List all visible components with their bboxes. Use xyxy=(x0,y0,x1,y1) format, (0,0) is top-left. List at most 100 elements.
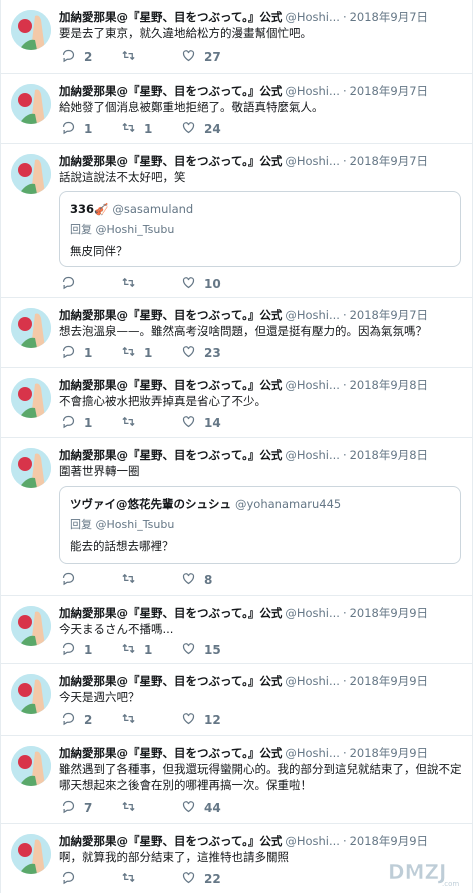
tweet[interactable]: 加納愛那果@『星野、目をつぶって。』公式 @Hoshi... · 2018年9月9日 … xyxy=(1,596,472,664)
tweet[interactable]: 加納愛那果@『星野、目をつぶって。』公式 @Hoshi... · 2018年9月7日 … xyxy=(1,0,472,74)
display-name[interactable]: 加納愛那果@『星野、目をつぶって。』公式 xyxy=(59,448,282,462)
tweet[interactable]: 加納愛那果@『星野、目をつぶって。』公式 @Hoshi... · 2018年9月8日 … xyxy=(1,438,472,596)
reply-count: 1 xyxy=(84,122,93,136)
separator-dot: · xyxy=(342,674,347,688)
quoted-display-name: ツヴァイ@悠花先輩のシュシュ xyxy=(70,497,231,511)
display-name[interactable]: 加納愛那果@『星野、目をつぶって。』公式 xyxy=(59,378,282,392)
tweet[interactable]: 加納愛那果@『星野、目をつぶって。』公式 @Hoshi... · 2018年9月9日 … xyxy=(1,736,472,824)
retweet-button[interactable]: 1 xyxy=(121,120,152,138)
like-button[interactable]: 14 xyxy=(181,414,221,432)
retweet-button[interactable] xyxy=(121,799,144,817)
display-name[interactable]: 加納愛那果@『星野、目をつぶって。』公式 xyxy=(59,746,282,760)
retweet-button[interactable] xyxy=(121,275,144,293)
avatar[interactable] xyxy=(11,606,51,646)
avatar[interactable] xyxy=(11,84,51,124)
retweet-icon xyxy=(121,799,136,817)
quoted-text: 能去的話想去哪裡？ xyxy=(70,539,174,553)
reply-button[interactable] xyxy=(61,275,84,293)
user-handle[interactable]: @Hoshi... xyxy=(285,84,340,98)
retweet-button[interactable]: 1 xyxy=(121,344,152,362)
retweet-button[interactable] xyxy=(121,571,144,589)
tweet[interactable]: 加納愛那果@『星野、目をつぶって。』公式 @Hoshi... · 2018年9月7日 … xyxy=(1,144,472,298)
avatar[interactable] xyxy=(11,746,51,786)
reply-button[interactable]: 7 xyxy=(61,799,92,817)
reply-button[interactable]: 2 xyxy=(61,48,92,66)
retweet-button[interactable] xyxy=(121,711,144,729)
retweet-button[interactable] xyxy=(121,414,144,432)
avatar[interactable] xyxy=(11,10,51,50)
display-name[interactable]: 加納愛那果@『星野、目をつぶって。』公式 xyxy=(59,674,282,688)
avatar[interactable] xyxy=(11,154,51,194)
retweet-button[interactable] xyxy=(121,48,144,66)
timestamp[interactable]: 2018年9月8日 xyxy=(350,448,428,462)
tweet-header: 加納愛那果@『星野、目をつぶって。』公式 @Hoshi... · 2018年9月8日 xyxy=(59,447,466,463)
heart-icon xyxy=(181,275,196,293)
like-button[interactable]: 12 xyxy=(181,711,221,729)
reply-button[interactable]: 1 xyxy=(61,120,92,138)
tweet[interactable]: 加納愛那果@『星野、目をつぶって。』公式 @Hoshi... · 2018年9月7日 … xyxy=(1,298,472,368)
timestamp[interactable]: 2018年9月7日 xyxy=(350,308,428,322)
like-button[interactable]: 10 xyxy=(181,275,221,293)
timestamp[interactable]: 2018年9月9日 xyxy=(350,606,428,620)
avatar[interactable] xyxy=(11,378,51,418)
user-handle[interactable]: @Hoshi... xyxy=(285,448,340,462)
svg-text:.com: .com xyxy=(442,880,459,888)
display-name[interactable]: 加納愛那果@『星野、目をつぶって。』公式 xyxy=(59,308,282,322)
display-name[interactable]: 加納愛那果@『星野、目をつぶって。』公式 xyxy=(59,10,282,24)
user-handle[interactable]: @Hoshi... xyxy=(285,378,340,392)
display-name[interactable]: 加納愛那果@『星野、目をつぶって。』公式 xyxy=(59,606,282,620)
like-button[interactable]: 24 xyxy=(181,120,221,138)
separator-dot: · xyxy=(342,84,347,98)
reply-button[interactable]: 2 xyxy=(61,711,92,729)
reply-button[interactable] xyxy=(61,571,84,589)
user-handle[interactable]: @Hoshi... xyxy=(285,308,340,322)
reply-button[interactable]: 1 xyxy=(61,344,92,362)
tweet[interactable]: 加納愛那果@『星野、目をつぶって。』公式 @Hoshi... · 2018年9月8日 … xyxy=(1,368,472,438)
separator-dot: · xyxy=(342,448,347,462)
retweet-button[interactable] xyxy=(121,870,144,888)
tweet[interactable]: 加納愛那果@『星野、目をつぶって。』公式 @Hoshi... · 2018年9月7日 … xyxy=(1,74,472,144)
user-handle[interactable]: @Hoshi... xyxy=(285,10,340,24)
reply-button[interactable]: 1 xyxy=(61,641,92,659)
reply-icon xyxy=(61,120,76,138)
timestamp[interactable]: 2018年9月7日 xyxy=(350,154,428,168)
reply-button[interactable] xyxy=(61,870,84,888)
like-button[interactable]: 44 xyxy=(181,799,221,817)
like-button[interactable]: 23 xyxy=(181,344,221,362)
like-button[interactable]: 15 xyxy=(181,641,221,659)
tweet[interactable]: 加納愛那果@『星野、目をつぶって。』公式 @Hoshi... · 2018年9月9日 … xyxy=(1,824,472,893)
quoted-tweet[interactable]: ツヴァイ@悠花先輩のシュシュ @yohanamaru445 回复 @Hoshi_T… xyxy=(59,486,461,564)
reply-button[interactable]: 1 xyxy=(61,414,92,432)
action-bar: 22 xyxy=(61,870,361,888)
user-handle[interactable]: @Hoshi... xyxy=(285,154,340,168)
retweet-button[interactable]: 1 xyxy=(121,641,152,659)
timestamp[interactable]: 2018年9月8日 xyxy=(350,378,428,392)
like-button[interactable]: 8 xyxy=(181,571,212,589)
timestamp[interactable]: 2018年9月9日 xyxy=(350,746,428,760)
quoted-header: ツヴァイ@悠花先輩のシュシュ @yohanamaru445 xyxy=(70,496,341,512)
avatar[interactable] xyxy=(11,448,51,488)
user-handle[interactable]: @Hoshi... xyxy=(285,674,340,688)
timestamp[interactable]: 2018年9月9日 xyxy=(350,834,428,848)
tweet[interactable]: 加納愛那果@『星野、目をつぶって。』公式 @Hoshi... · 2018年9月9日 … xyxy=(1,664,472,736)
display-name[interactable]: 加納愛那果@『星野、目をつぶって。』公式 xyxy=(59,84,282,98)
timestamp[interactable]: 2018年9月7日 xyxy=(350,10,428,24)
timestamp[interactable]: 2018年9月7日 xyxy=(350,84,428,98)
avatar[interactable] xyxy=(11,834,51,874)
reply-icon xyxy=(61,414,76,432)
quoted-handle: @sasamuland xyxy=(112,202,194,216)
user-handle[interactable]: @Hoshi... xyxy=(285,606,340,620)
timestamp[interactable]: 2018年9月9日 xyxy=(350,674,428,688)
avatar[interactable] xyxy=(11,674,51,714)
display-name[interactable]: 加納愛那果@『星野、目をつぶって。』公式 xyxy=(59,834,282,848)
user-handle[interactable]: @Hoshi... xyxy=(285,746,340,760)
like-button[interactable]: 27 xyxy=(181,48,221,66)
action-bar: 1 14 xyxy=(61,414,361,432)
quoted-tweet[interactable]: 336🎻 @sasamuland 回复 @Hoshi_Tsubu 無皮同伴？ xyxy=(59,191,461,267)
action-bar: 10 xyxy=(61,275,361,293)
tweet-text: 今天まるさん不播嗎... xyxy=(59,622,174,636)
display-name[interactable]: 加納愛那果@『星野、目をつぶって。』公式 xyxy=(59,154,282,168)
user-handle[interactable]: @Hoshi... xyxy=(285,834,340,848)
like-button[interactable]: 22 xyxy=(181,870,221,888)
avatar[interactable] xyxy=(11,308,51,348)
